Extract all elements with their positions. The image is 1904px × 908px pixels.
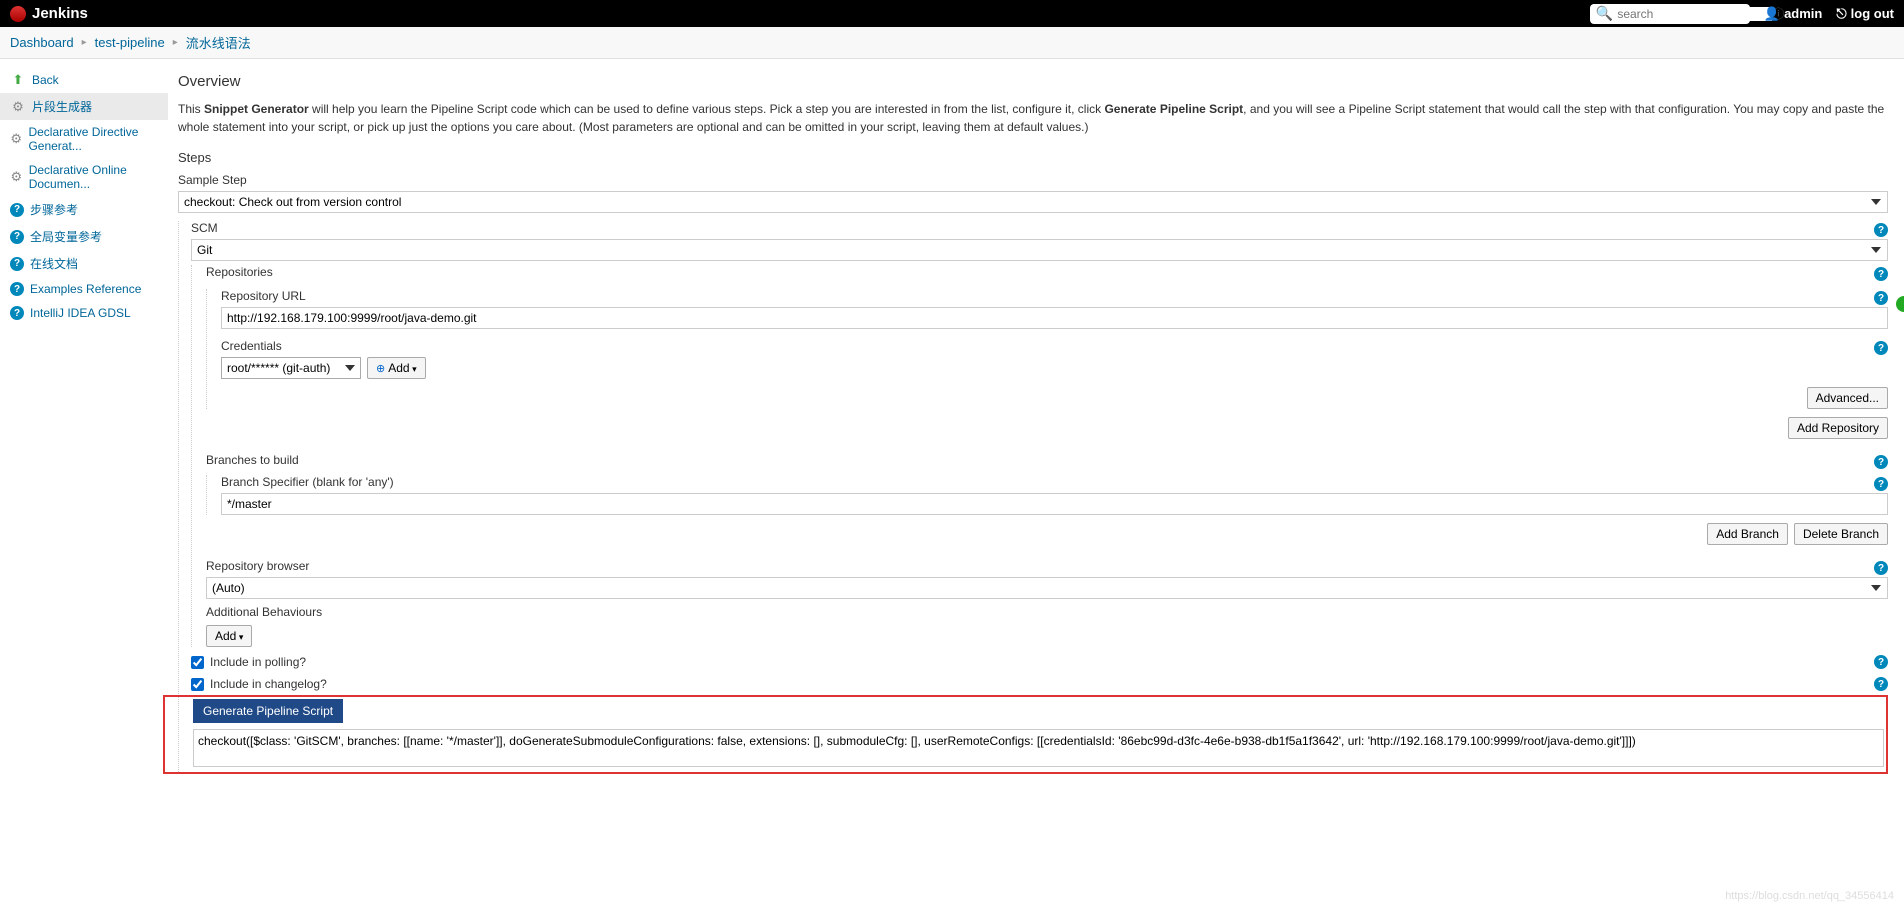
user-icon: 👤 bbox=[1764, 6, 1780, 22]
advanced-button[interactable]: Advanced... bbox=[1807, 387, 1888, 409]
credentials-select[interactable]: root/****** (git-auth) bbox=[221, 357, 361, 379]
add-repository-button[interactable]: Add Repository bbox=[1788, 417, 1888, 439]
help-icon: ? bbox=[10, 282, 24, 296]
help-icon[interactable]: ? bbox=[1874, 655, 1888, 669]
top-header: Jenkins 🔍 ⓘ 👤 admin ⎋ log out bbox=[0, 0, 1904, 27]
sidebar-item-label: 步骤参考 bbox=[30, 201, 78, 218]
scm-select[interactable]: Git bbox=[191, 239, 1888, 261]
help-icon: ? bbox=[10, 257, 24, 271]
repo-url-input[interactable] bbox=[221, 307, 1888, 329]
sidebar-item-snippet-generator[interactable]: ⚙ 片段生成器 bbox=[0, 93, 168, 120]
repo-url-label: Repository URL bbox=[221, 289, 1868, 303]
result-highlight-box: Generate Pipeline Script bbox=[163, 695, 1888, 774]
sidebar-item-label: Examples Reference bbox=[30, 282, 141, 296]
watermark-text: https://blog.csdn.net/qq_34556414 bbox=[1725, 890, 1894, 902]
back-icon: ⬆ bbox=[10, 72, 26, 88]
sidebar-item-examples[interactable]: ? Examples Reference bbox=[0, 277, 168, 301]
logout-link[interactable]: ⎋ log out bbox=[1836, 6, 1894, 22]
sidebar-item-back[interactable]: ⬆ Back bbox=[0, 67, 168, 93]
include-changelog-label: Include in changelog? bbox=[210, 677, 327, 691]
branches-label: Branches to build bbox=[206, 453, 1868, 467]
sidebar-item-intellij[interactable]: ? IntelliJ IDEA GDSL bbox=[0, 301, 168, 325]
gear-icon: ⚙ bbox=[10, 131, 22, 147]
add-credentials-button[interactable]: Add bbox=[367, 357, 426, 379]
help-icon[interactable]: ? bbox=[1874, 291, 1888, 305]
search-icon: 🔍 bbox=[1596, 5, 1613, 22]
sidebar-item-label: IntelliJ IDEA GDSL bbox=[30, 306, 131, 320]
user-label: admin bbox=[1784, 6, 1822, 21]
breadcrumb-sep: ▸ bbox=[82, 37, 87, 48]
overview-title: Overview bbox=[178, 73, 1888, 90]
steps-title: Steps bbox=[178, 150, 1888, 165]
sample-step-select[interactable]: checkout: Check out from version control bbox=[178, 191, 1888, 213]
sidebar: ⬆ Back ⚙ 片段生成器 ⚙ Declarative Directive G… bbox=[0, 59, 168, 804]
help-icon[interactable]: ? bbox=[1874, 341, 1888, 355]
include-changelog-checkbox[interactable] bbox=[191, 678, 204, 691]
main-content: Overview This Snippet Generator will hel… bbox=[168, 59, 1904, 804]
add-branch-button[interactable]: Add Branch bbox=[1707, 523, 1788, 545]
scm-label: SCM bbox=[191, 221, 1868, 235]
sidebar-item-declarative-directive[interactable]: ⚙ Declarative Directive Generat... bbox=[0, 120, 168, 158]
search-input[interactable] bbox=[1617, 7, 1772, 21]
header-left: Jenkins bbox=[10, 5, 88, 22]
additional-behaviours-label: Additional Behaviours bbox=[206, 605, 1888, 619]
breadcrumb-sep: ▸ bbox=[173, 37, 178, 48]
sidebar-item-label: 片段生成器 bbox=[32, 98, 92, 115]
sidebar-item-online-docs[interactable]: ? 在线文档 bbox=[0, 250, 168, 277]
sample-step-label: Sample Step bbox=[178, 173, 1888, 187]
help-icon[interactable]: ? bbox=[1874, 561, 1888, 575]
help-icon: ? bbox=[10, 306, 24, 320]
sidebar-item-step-reference[interactable]: ? 步骤参考 bbox=[0, 196, 168, 223]
credentials-label: Credentials bbox=[221, 339, 1868, 353]
gear-icon: ⚙ bbox=[10, 169, 23, 185]
breadcrumb: Dashboard ▸ test-pipeline ▸ 流水线语法 bbox=[0, 27, 1904, 59]
header-right: 🔍 ⓘ 👤 admin ⎋ log out bbox=[1590, 4, 1894, 24]
sidebar-item-label: Back bbox=[32, 73, 59, 87]
include-polling-label: Include in polling? bbox=[210, 655, 306, 669]
user-link[interactable]: 👤 admin bbox=[1764, 6, 1822, 22]
add-behaviour-button[interactable]: Add bbox=[206, 625, 252, 647]
include-polling-checkbox[interactable] bbox=[191, 656, 204, 669]
help-icon: ? bbox=[10, 230, 24, 244]
help-icon[interactable]: ? bbox=[1874, 677, 1888, 691]
help-icon: ? bbox=[10, 203, 24, 217]
sidebar-item-label: 全局变量参考 bbox=[30, 228, 102, 245]
delete-branch-button[interactable]: Delete Branch bbox=[1794, 523, 1888, 545]
sidebar-item-label: Declarative Directive Generat... bbox=[28, 125, 158, 153]
breadcrumb-item[interactable]: test-pipeline bbox=[95, 35, 165, 50]
repo-browser-select[interactable]: (Auto) bbox=[206, 577, 1888, 599]
help-icon[interactable]: ? bbox=[1874, 455, 1888, 469]
logout-icon: ⎋ bbox=[1836, 6, 1846, 22]
help-icon[interactable]: ? bbox=[1874, 477, 1888, 491]
logout-label: log out bbox=[1851, 6, 1894, 21]
jenkins-logo-icon bbox=[10, 6, 26, 22]
branch-spec-label: Branch Specifier (blank for 'any') bbox=[221, 475, 1868, 489]
sidebar-item-label: 在线文档 bbox=[30, 255, 78, 272]
sidebar-item-global-variable[interactable]: ? 全局变量参考 bbox=[0, 223, 168, 250]
repositories-label: Repositories bbox=[206, 265, 1868, 279]
help-icon[interactable]: ? bbox=[1874, 267, 1888, 281]
breadcrumb-item[interactable]: Dashboard bbox=[10, 35, 74, 50]
repo-browser-label: Repository browser bbox=[206, 559, 1868, 573]
brand-name[interactable]: Jenkins bbox=[32, 5, 88, 22]
search-box[interactable]: 🔍 ⓘ bbox=[1590, 4, 1750, 24]
result-textarea[interactable] bbox=[193, 729, 1884, 767]
breadcrumb-item[interactable]: 流水线语法 bbox=[186, 33, 251, 52]
help-icon[interactable]: ? bbox=[1874, 223, 1888, 237]
sidebar-item-label: Declarative Online Documen... bbox=[29, 163, 158, 191]
generate-pipeline-script-button[interactable]: Generate Pipeline Script bbox=[193, 699, 343, 723]
branch-spec-input[interactable] bbox=[221, 493, 1888, 515]
gear-icon: ⚙ bbox=[10, 99, 26, 115]
overview-description: This Snippet Generator will help you lea… bbox=[178, 100, 1888, 136]
sidebar-item-declarative-online[interactable]: ⚙ Declarative Online Documen... bbox=[0, 158, 168, 196]
